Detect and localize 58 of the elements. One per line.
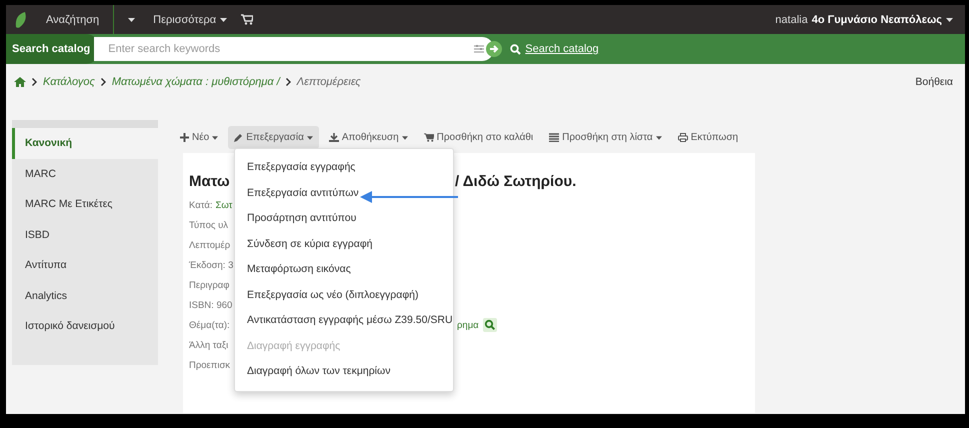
chevron-icon	[32, 78, 37, 86]
record-field-label: Άλλη ταξι	[189, 340, 228, 350]
menu-item[interactable]: Προσάρτηση αντιτύπου	[235, 206, 453, 232]
toolbar-button[interactable]: Εκτύπωση	[672, 126, 744, 149]
record-field-label: Προεπισκ	[189, 360, 230, 370]
plus-icon	[180, 133, 189, 142]
current-page-label: Λεπτομέρειες	[296, 76, 361, 88]
record-title: / Διδώ Σωτηρίου.	[455, 172, 576, 190]
sidebar-item[interactable]: MARC Με Ετικέτες	[12, 189, 158, 220]
menu-item[interactable]: Επεξεργασία ως νέο (διπλοεγγραφή)	[235, 282, 453, 308]
cart-icon	[424, 133, 434, 142]
record-field-label: Περιγραφ	[189, 280, 230, 290]
sidebar-item[interactable]: MARC	[12, 158, 158, 189]
download-icon	[328, 133, 339, 142]
toolbar-button[interactable]: Επεξεργασία	[228, 126, 319, 149]
nav-menu-button[interactable]: Αναζήτηση	[42, 14, 104, 26]
breadcrumb-link[interactable]: Ματωμένα χώματα : μυθιστόρημα /	[112, 76, 280, 88]
subject-link[interactable]: ρημα	[457, 320, 479, 330]
sidebar-item[interactable]: ISBD	[12, 220, 158, 250]
breadcrumb-link[interactable]: Κατάλογος	[43, 76, 95, 88]
sidebar-item[interactable]: Κανονική	[12, 128, 158, 158]
record-field-label: Λεπτομέρ	[189, 240, 230, 250]
record-title: Ματω	[189, 172, 230, 190]
sidebar-item[interactable]: Αντίτυπα	[12, 250, 158, 280]
record-field-label: Έκδοση: 3	[189, 260, 234, 270]
menu-item[interactable]: Αντικατάσταση εγγραφής μέσω Z39.50/SRU	[235, 308, 453, 334]
menu-item[interactable]: Σύνδεση σε κύρια εγγραφή	[235, 232, 453, 257]
toolbar-button[interactable]: Προσθήκη στο καλάθι	[418, 126, 540, 149]
home-icon[interactable]	[14, 77, 26, 87]
nav-menu-button[interactable]: Περισσότερα	[149, 14, 232, 26]
record-field-label: Τύπος υλ	[189, 220, 228, 230]
pencil-icon	[234, 133, 244, 142]
caret-icon	[946, 18, 953, 22]
leaf-logo-icon	[14, 10, 28, 28]
caret-icon	[128, 18, 136, 22]
search-icon[interactable]	[482, 318, 497, 332]
toolbar-button[interactable]: Προσθήκη στη λίστα	[543, 126, 668, 149]
user-menu-button[interactable]: natalia 4ο Γυμνάσιο Νεαπόλεως	[771, 14, 957, 26]
search-icon	[510, 44, 522, 54]
sidebar-item[interactable]: Analytics	[12, 280, 158, 311]
search-catalog-link[interactable]: Search catalog	[510, 43, 599, 55]
menu-item[interactable]: Διαγραφή όλων των τεκμηρίων	[235, 359, 453, 384]
search-field[interactable]: Enter search keywords	[94, 37, 494, 61]
record-field-label: Θέμα(τα):	[189, 320, 230, 330]
list-icon	[549, 133, 560, 142]
chevron-icon	[100, 78, 106, 86]
cart-icon[interactable]	[241, 14, 254, 25]
toolbar-button[interactable]: Νέο	[174, 126, 224, 149]
record-field-label: ISBN: 960	[189, 300, 232, 310]
record-field-label: Κατά:	[189, 200, 212, 210]
chevron-icon	[286, 78, 291, 86]
sidebar-item[interactable]: Ιστορικό δανεισμού	[12, 311, 158, 342]
author-link[interactable]: Σωτ	[215, 200, 232, 210]
toolbar-button[interactable]: Αποθήκευση	[322, 126, 414, 149]
printer-icon	[678, 133, 688, 142]
menu-item[interactable]: Μεταφόρτωση εικόνας	[235, 257, 453, 282]
help-link[interactable]: Βοήθεια	[915, 76, 953, 88]
menu-item[interactable]: Επεξεργασία εγγραφής	[235, 155, 453, 180]
